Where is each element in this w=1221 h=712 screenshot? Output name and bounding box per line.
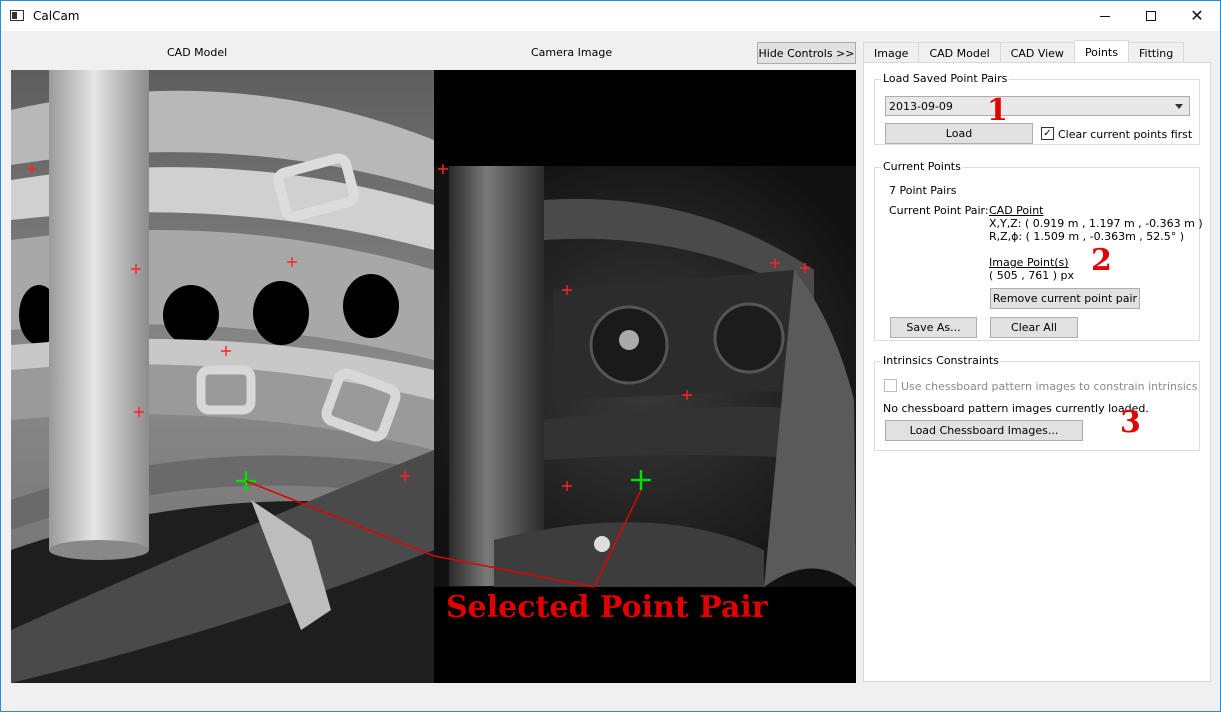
load-button[interactable]: Load xyxy=(885,123,1033,144)
maximize-button[interactable] xyxy=(1128,1,1174,31)
saved-pairs-selected: 2013-09-09 xyxy=(889,99,953,113)
intrinsics-title: Intrinsics Constraints xyxy=(881,354,1001,367)
clear-points-checkbox[interactable]: ✓ xyxy=(1041,127,1054,140)
current-pair-label: Current Point Pair: xyxy=(889,204,989,217)
cad-point-heading: CAD Point xyxy=(989,204,1044,217)
minimize-button[interactable] xyxy=(1082,1,1128,31)
clear-points-label: Clear current points first xyxy=(1058,128,1193,141)
cad-render xyxy=(11,70,434,683)
current-points-group: Current Points 7 Point Pairs Current Poi… xyxy=(874,160,1203,341)
tab-fitting[interactable]: Fitting xyxy=(1127,42,1185,63)
point-pair-count: 7 Point Pairs xyxy=(889,184,957,197)
maximize-icon xyxy=(1146,11,1156,21)
annotation-2: 2 xyxy=(1091,243,1112,278)
camera-image-view[interactable]: Selected Point Pair xyxy=(434,70,856,683)
clear-all-button[interactable]: Clear All xyxy=(990,317,1078,338)
load-saved-title: Load Saved Point Pairs xyxy=(881,72,1010,85)
chessboard-checkbox-label: Use chessboard pattern images to constra… xyxy=(901,380,1198,393)
intrinsics-group: Intrinsics Constraints Use chessboard pa… xyxy=(874,354,1200,451)
cad-model-view[interactable] xyxy=(11,70,434,683)
minimize-icon xyxy=(1100,15,1110,17)
points-tab-panel: Load Saved Point Pairs 2013-09-09 Load ✓… xyxy=(863,62,1211,682)
remove-point-pair-button[interactable]: Remove current point pair xyxy=(990,288,1140,309)
load-chessboard-button[interactable]: Load Chessboard Images... xyxy=(885,420,1083,441)
current-points-title: Current Points xyxy=(881,160,963,173)
load-saved-group: Load Saved Point Pairs 2013-09-09 Load ✓… xyxy=(874,72,1200,145)
tab-cad-model[interactable]: CAD Model xyxy=(918,42,1001,63)
tab-image[interactable]: Image xyxy=(863,42,920,63)
save-as-button[interactable]: Save As... xyxy=(890,317,977,338)
cad-view-label: CAD Model xyxy=(167,46,228,59)
cad-point-xyz: X,Y,Z: ( 0.919 m , 1.197 m , -0.363 m ) xyxy=(989,217,1203,230)
hide-controls-button[interactable]: Hide Controls >> xyxy=(757,42,856,64)
control-tabs: Image CAD Model CAD View Points Fitting xyxy=(863,40,1185,63)
selected-point-pair-annotation: Selected Point Pair xyxy=(446,590,768,625)
chessboard-checkbox[interactable] xyxy=(884,379,897,392)
annotation-3: 3 xyxy=(1120,405,1141,440)
saved-pairs-dropdown[interactable]: 2013-09-09 xyxy=(885,96,1190,116)
title-bar: CalCam ✕ xyxy=(1,1,1220,31)
close-button[interactable]: ✕ xyxy=(1174,1,1220,31)
chessboard-status: No chessboard pattern images currently l… xyxy=(883,402,1149,415)
tab-cad-view[interactable]: CAD View xyxy=(999,42,1075,63)
image-point-heading: Image Point(s) xyxy=(989,256,1069,269)
calcam-window: CalCam ✕ CAD Model Camera Image Hide Con… xyxy=(0,0,1221,712)
tab-points[interactable]: Points xyxy=(1073,40,1129,63)
annotation-1: 1 xyxy=(987,93,1008,128)
app-icon xyxy=(10,10,24,21)
chevron-down-icon xyxy=(1175,104,1183,109)
render-viewports: Selected Point Pair xyxy=(11,70,856,683)
close-icon: ✕ xyxy=(1190,6,1204,25)
camera-view-label: Camera Image xyxy=(531,46,613,59)
window-title: CalCam xyxy=(33,9,80,23)
cad-point-rzphi: R,Z,ϕ: ( 1.509 m , -0.363m , 52.5° ) xyxy=(989,230,1185,243)
image-point-value: ( 505 , 761 ) px xyxy=(989,269,1075,282)
